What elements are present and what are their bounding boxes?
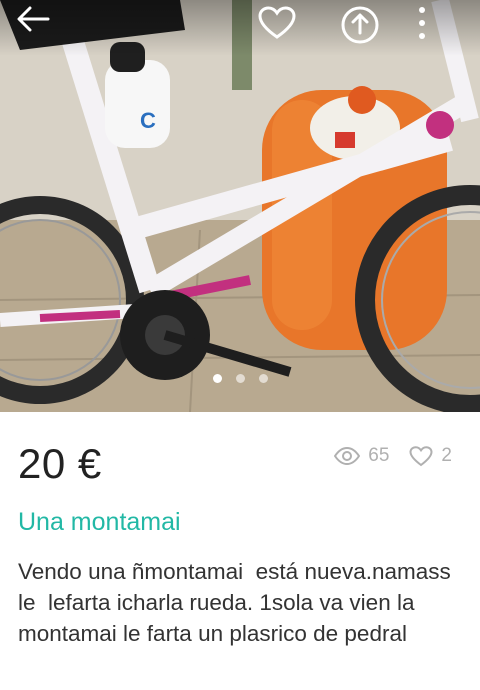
listing-info: 20 € 65 2 Una montamai Vendo una ñmontam…	[0, 412, 480, 690]
eye-icon	[334, 447, 361, 465]
svg-text:C: C	[140, 108, 156, 133]
gallery-dot-3[interactable]	[258, 374, 268, 383]
likes-stat: 2	[409, 445, 452, 467]
gallery-dot-1[interactable]	[212, 374, 222, 383]
listing-title: Una montamai	[18, 508, 181, 536]
listing-description: Vendo una ñmontamai está nueva.namass le…	[18, 559, 458, 646]
listing-photo[interactable]: C	[0, 0, 480, 412]
views-stat: 65	[334, 445, 389, 467]
gallery-dot-2[interactable]	[235, 374, 245, 383]
listing-stats: 65 2	[314, 445, 452, 467]
photo-top-bar	[0, 0, 480, 56]
more-vertical-icon[interactable]	[418, 6, 462, 50]
bicycle-photo-illustration: C	[0, 0, 480, 412]
gallery-pagination	[0, 374, 480, 386]
views-count: 65	[368, 445, 390, 466]
back-arrow-icon[interactable]	[16, 6, 60, 50]
heart-outline-icon	[409, 445, 433, 466]
heart-icon[interactable]	[258, 6, 302, 50]
share-icon[interactable]	[341, 6, 385, 50]
listing-price: 20 €	[18, 440, 102, 487]
likes-count: 2	[441, 445, 452, 466]
